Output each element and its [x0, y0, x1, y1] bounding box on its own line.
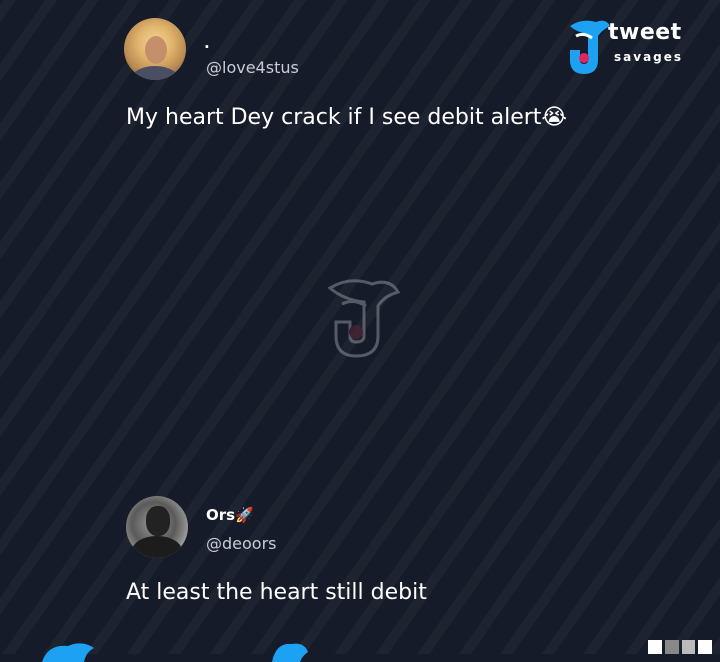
- qr-block: [698, 640, 712, 654]
- tweet-text: At least the heart still debit: [126, 580, 427, 605]
- brand-word-savages: savages: [614, 50, 684, 64]
- qr-code-icon: [648, 640, 712, 654]
- twitter-bird-icon: [42, 643, 94, 662]
- avatar-face: [145, 36, 167, 64]
- qr-block: [664, 640, 679, 654]
- tweet-savages-logo-icon: [570, 20, 610, 75]
- avatar-body: [132, 536, 182, 558]
- user-handle[interactable]: @love4stus: [206, 58, 299, 77]
- avatar-body: [130, 66, 180, 80]
- qr-block: [648, 640, 662, 654]
- watermark-logo-icon: [327, 279, 401, 358]
- avatar[interactable]: [126, 496, 188, 558]
- avatar[interactable]: [124, 18, 186, 80]
- tweet-savages-logo: tweet savages: [562, 14, 698, 80]
- tweet-text: My heart Dey crack if I see debit alert😭: [126, 105, 568, 130]
- avatar-face: [146, 506, 170, 536]
- brand-word-tweet: tweet: [608, 20, 682, 45]
- display-name[interactable]: .: [204, 34, 210, 52]
- twitter-bird-icon: [272, 643, 308, 662]
- qr-block: [681, 640, 696, 654]
- display-name[interactable]: Ors🚀: [206, 506, 254, 524]
- user-handle[interactable]: @deoors: [206, 534, 277, 553]
